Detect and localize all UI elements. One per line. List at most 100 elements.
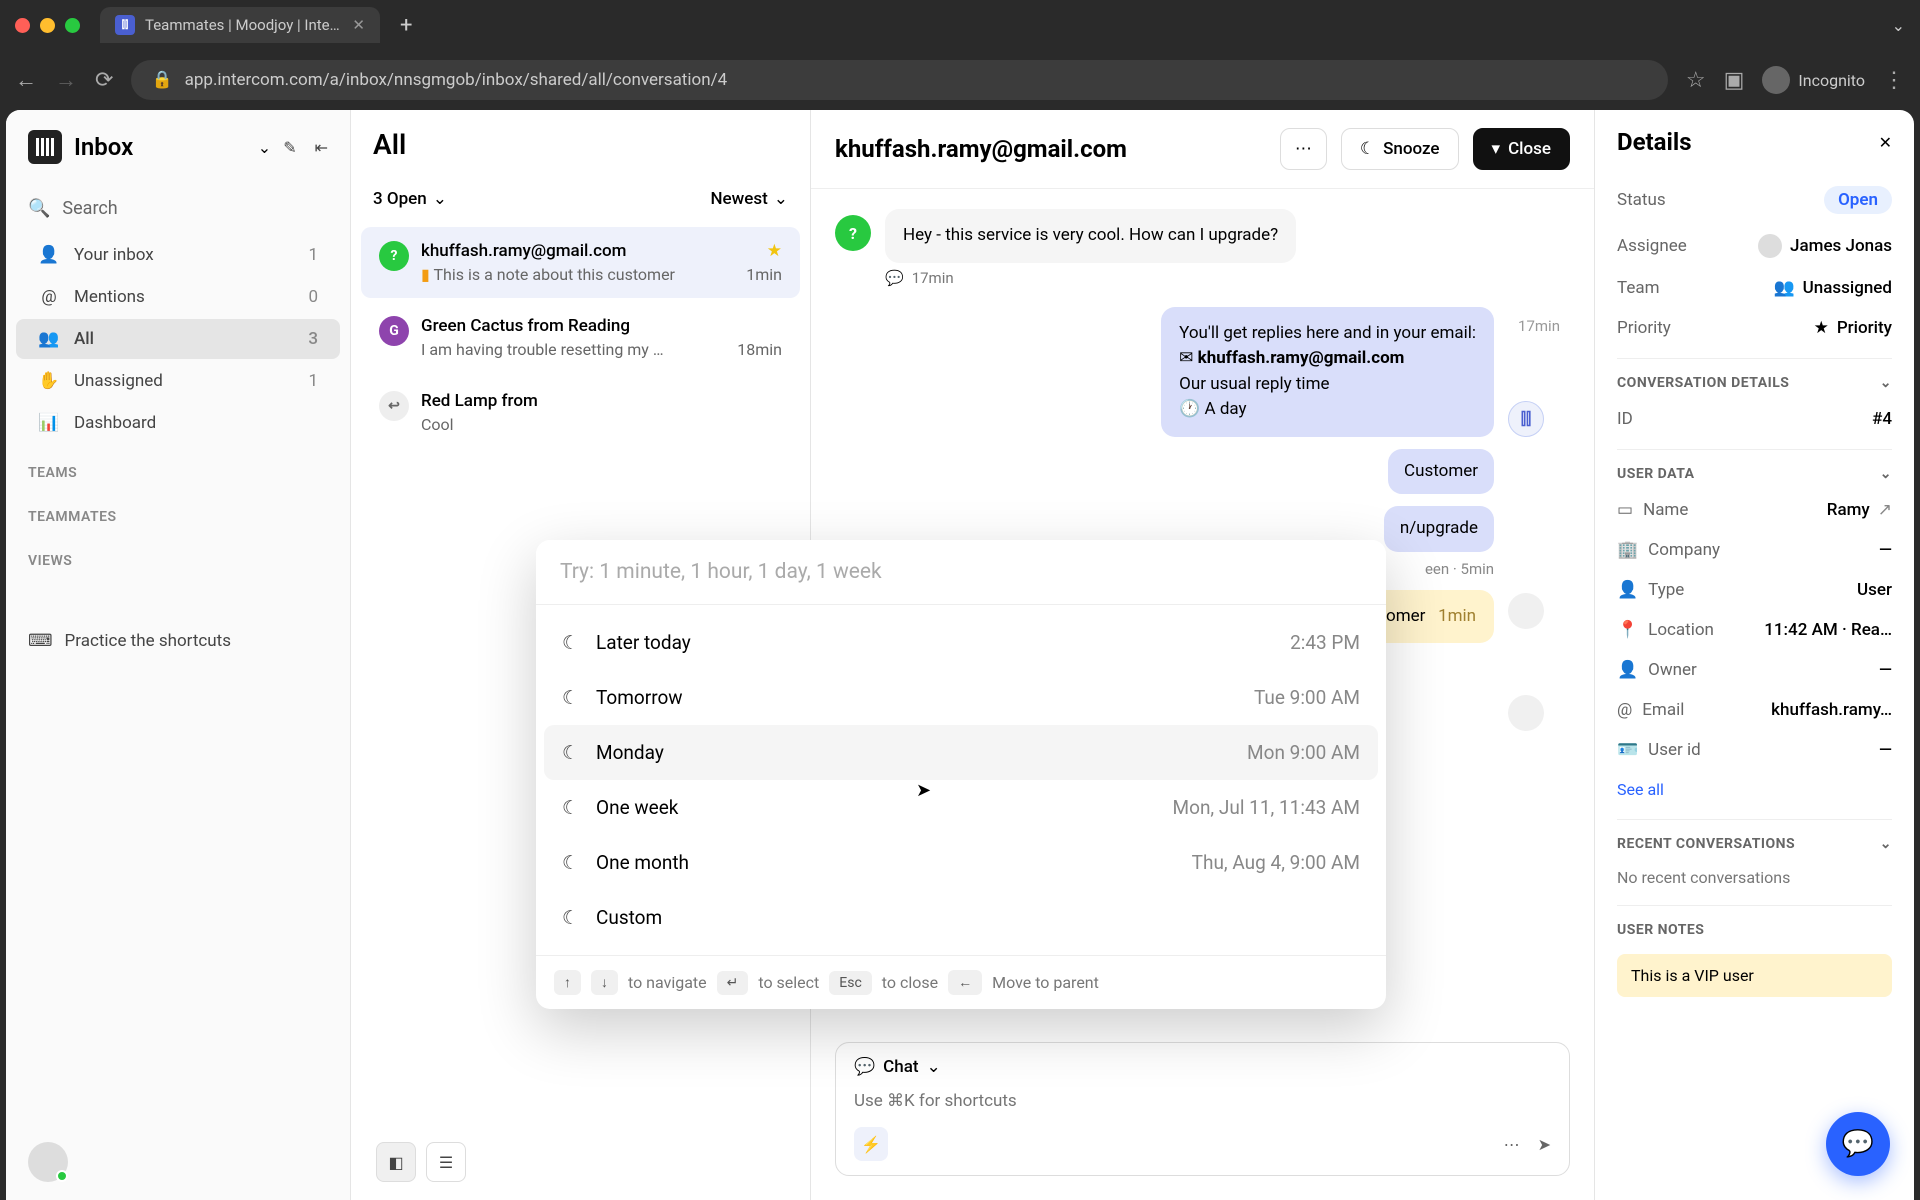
value-priority[interactable]: ★Priority [1814, 318, 1892, 338]
close-details-icon[interactable]: ✕ [1879, 133, 1892, 152]
shortcuts-button[interactable]: ⚡ [854, 1127, 888, 1161]
inbox-title[interactable]: Inbox [74, 133, 246, 161]
conv-from: Red Lamp from [421, 391, 538, 411]
bookmark-icon[interactable]: ☆ [1686, 68, 1706, 93]
nav-mentions[interactable]: @Mentions0 [16, 277, 340, 317]
intercom-launcher[interactable]: 💬 [1826, 1112, 1890, 1176]
conversation-item[interactable]: G Green Cactus from Reading I am having … [361, 302, 800, 373]
conv-list-title: All [373, 128, 788, 161]
at-icon: @ [38, 287, 60, 307]
chevron-down-icon: ⌄ [1880, 836, 1892, 852]
send-button[interactable]: ➤ [1538, 1135, 1551, 1154]
section-conversation-details[interactable]: CONVERSATION DETAILS⌄ [1617, 358, 1892, 399]
snooze-option-monday[interactable]: ☾MondayMon 9:00 AM [544, 725, 1378, 780]
snooze-label: Monday [596, 741, 1233, 764]
tab-overflow-icon[interactable]: ⌄ [1892, 16, 1905, 35]
conv-time: 18min [737, 340, 782, 359]
snooze-button[interactable]: ☾ Snooze [1341, 128, 1459, 170]
label-userid: 🪪User id [1617, 740, 1701, 760]
nav-unassigned[interactable]: ✋Unassigned1 [16, 361, 340, 401]
view-layout-list[interactable]: ☰ [426, 1142, 466, 1182]
nav-label: All [74, 329, 94, 349]
key-left: ← [948, 970, 982, 995]
owner-icon: 👤 [1617, 660, 1638, 680]
snooze-label: One week [596, 796, 1159, 819]
nav-dashboard[interactable]: 📊Dashboard [16, 403, 340, 443]
message-bubble: Customer [1388, 449, 1494, 495]
filter-sort[interactable]: Newest ⌄ [710, 189, 788, 209]
compose-icon[interactable]: ✎ [283, 138, 296, 157]
app-logo[interactable] [28, 130, 62, 164]
close-button[interactable]: ▾ Close [1473, 128, 1570, 170]
label-location: 📍Location [1617, 620, 1714, 640]
section-user-data[interactable]: USER DATA⌄ [1617, 449, 1892, 490]
value-userid: — [1879, 740, 1892, 760]
back-button[interactable]: ← [15, 67, 37, 93]
external-link-icon[interactable]: ↗ [1878, 500, 1892, 520]
section-recent[interactable]: RECENT CONVERSATIONS⌄ [1617, 819, 1892, 860]
snooze-option-one-week[interactable]: ☾One weekMon, Jul 11, 11:43 AM [544, 780, 1378, 835]
conv-avatar: G [379, 316, 409, 346]
value-company: — [1879, 540, 1892, 560]
conversation-item[interactable]: ? khuffash.ramy@gmail.com★ ▮ This is a n… [361, 227, 800, 298]
url-bar: ← → ⟳ 🔒 app.intercom.com/a/inbox/nnsgmgo… [0, 50, 1920, 110]
snooze-option-tomorrow[interactable]: ☾TomorrowTue 9:00 AM [544, 670, 1378, 725]
conv-preview: Cool [421, 415, 454, 434]
nav-all[interactable]: 👥All3 [16, 319, 340, 359]
snooze-label: Tomorrow [596, 686, 1240, 709]
practice-shortcuts[interactable]: ⌨ Practice the shortcuts [6, 617, 350, 665]
value-team[interactable]: 👥Unassigned [1773, 278, 1892, 298]
address-bar[interactable]: 🔒 app.intercom.com/a/inbox/nnsgmgob/inbo… [131, 60, 1667, 100]
snooze-input[interactable] [536, 540, 1386, 605]
section-notes[interactable]: USER NOTES [1617, 905, 1892, 946]
view-layout-split[interactable]: ◧ [376, 1142, 416, 1182]
composer-mode[interactable]: 💬 Chat ⌄ [854, 1057, 1551, 1077]
snooze-option-one-month[interactable]: ☾One monthThu, Aug 4, 9:00 AM [544, 835, 1378, 890]
sender-avatar: ? [835, 215, 871, 251]
collapse-icon[interactable]: ⇤ [315, 138, 328, 157]
browser-tab[interactable]: ⫿⫿ Teammates | Moodjoy | Intercom ✕ [100, 7, 380, 43]
nav-your-inbox[interactable]: 👤Your inbox1 [16, 235, 340, 275]
message-time: 17min [1518, 317, 1560, 335]
lock-icon: 🔒 [151, 70, 172, 90]
incognito-icon [1762, 66, 1790, 94]
see-all-link[interactable]: See all [1617, 770, 1892, 809]
section-teammates[interactable]: TEAMMATES [6, 489, 350, 533]
maximize-window[interactable] [65, 18, 80, 33]
conversation-title: khuffash.ramy@gmail.com [835, 135, 1266, 163]
status-badge[interactable]: Open [1824, 186, 1892, 214]
key-down: ↓ [591, 970, 618, 995]
chevron-down-icon[interactable]: ⌄ [258, 138, 271, 157]
tab-close-icon[interactable]: ✕ [352, 16, 365, 34]
forward-button[interactable]: → [55, 67, 77, 93]
user-menu[interactable] [28, 1142, 68, 1182]
snooze-option-later-today[interactable]: ☾Later today2:43 PM [544, 615, 1378, 670]
snooze-option-custom[interactable]: ☾Custom [544, 890, 1378, 945]
chat-icon: 💬 [885, 269, 904, 287]
minimize-window[interactable] [40, 18, 55, 33]
extension-icon[interactable]: ▣ [1724, 68, 1745, 93]
conversation-item[interactable]: ↩ Red Lamp from Cool [361, 377, 800, 448]
snooze-popover: ☾Later today2:43 PM☾TomorrowTue 9:00 AM☾… [536, 540, 1386, 1009]
more-icon[interactable]: ⋯ [1504, 1135, 1520, 1154]
details-title: Details [1617, 128, 1692, 156]
composer-input[interactable] [854, 1085, 1551, 1117]
hand-icon: ✋ [38, 371, 60, 391]
message-time: 17min [912, 269, 954, 287]
more-actions-button[interactable]: ⋯ [1280, 128, 1327, 170]
value-assignee[interactable]: James Jonas [1758, 234, 1892, 258]
snooze-time: Thu, Aug 4, 9:00 AM [1192, 851, 1360, 874]
recent-empty: No recent conversations [1617, 860, 1892, 895]
agent-avatar [1508, 593, 1544, 629]
nav-count: 1 [308, 245, 318, 265]
section-views[interactable]: VIEWS [6, 533, 350, 577]
filter-open[interactable]: 3 Open ⌄ [373, 189, 447, 209]
section-teams[interactable]: TEAMS [6, 445, 350, 489]
menu-icon[interactable]: ⋮ [1883, 68, 1905, 93]
reload-button[interactable]: ⟳ [95, 68, 113, 93]
label-status: Status [1617, 190, 1666, 210]
search-button[interactable]: 🔍 Search [6, 184, 350, 233]
close-window[interactable] [15, 18, 30, 33]
new-tab-button[interactable]: + [400, 13, 412, 38]
value-name[interactable]: Ramy↗ [1827, 500, 1892, 520]
